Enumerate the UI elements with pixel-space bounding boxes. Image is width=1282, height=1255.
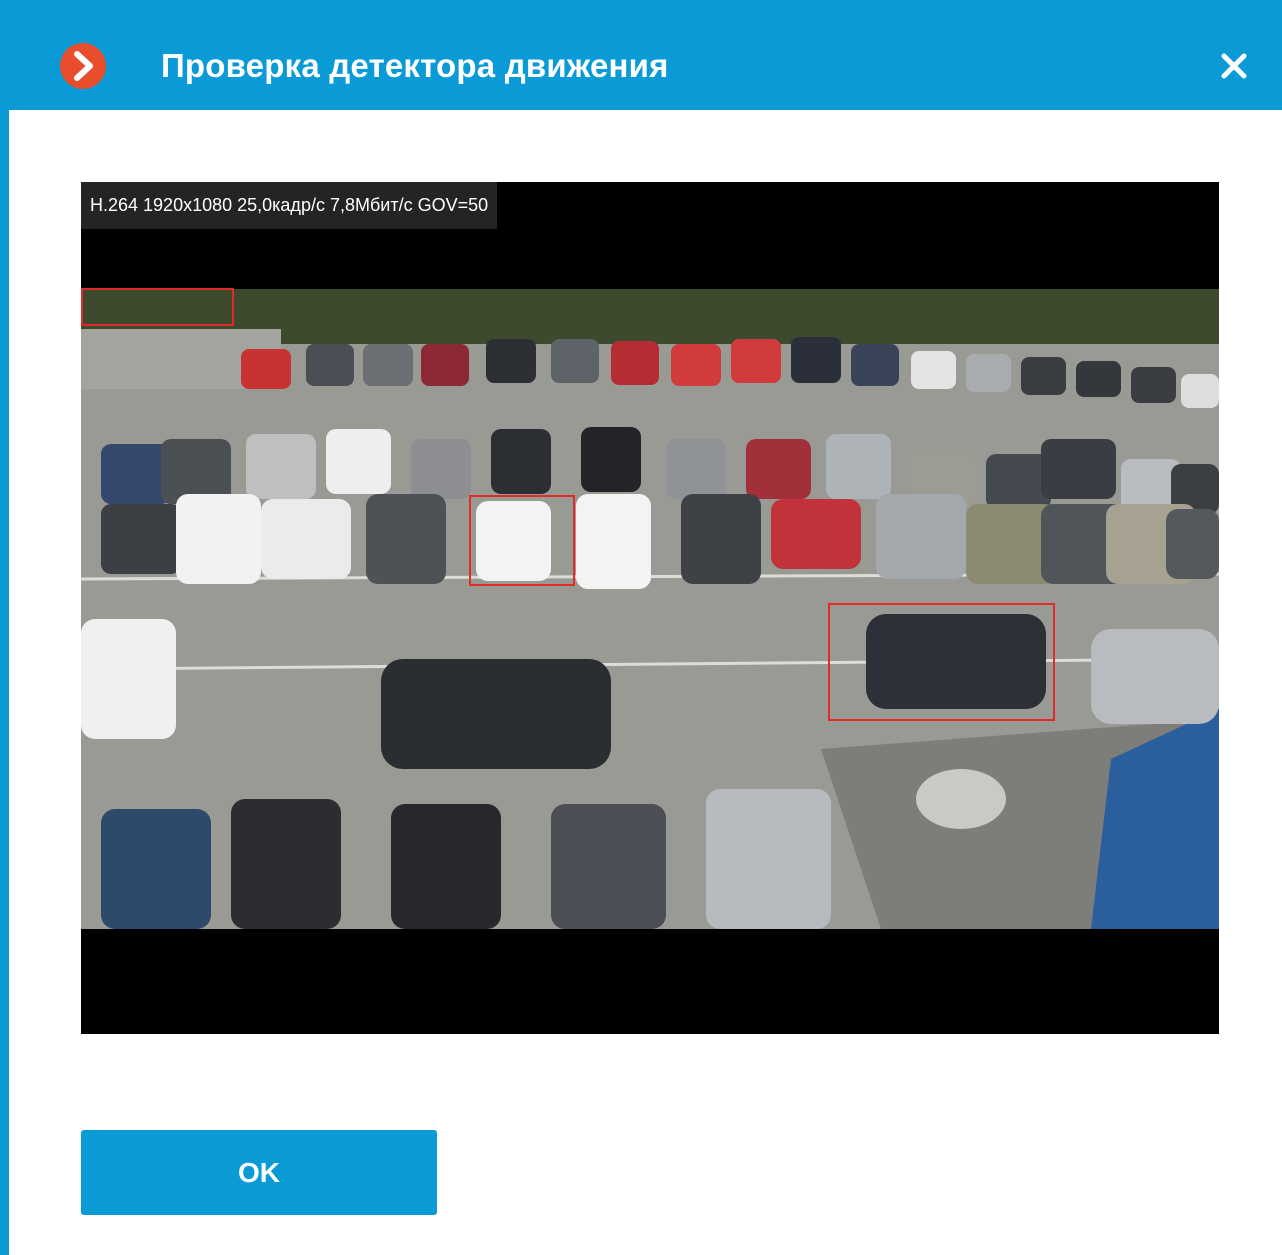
motion-detection-box [828,603,1055,721]
close-button[interactable] [1214,46,1254,86]
motion-detection-box [81,288,234,326]
title-bar: Проверка детектора движения [9,0,1282,110]
motion-detector-check-dialog: Проверка детектора движения H.264 1920x1… [0,0,1282,1255]
stream-info-overlay: H.264 1920x1080 25,0кадр/с 7,8Мбит/с GOV… [81,182,498,229]
video-preview: H.264 1920x1080 25,0кадр/с 7,8Мбит/с GOV… [81,182,1219,1034]
app-logo-icon [60,43,106,89]
dialog-title: Проверка детектора движения [161,47,669,84]
motion-detection-box [469,495,575,586]
close-icon [1221,53,1247,79]
ok-button[interactable]: OK [81,1130,437,1215]
